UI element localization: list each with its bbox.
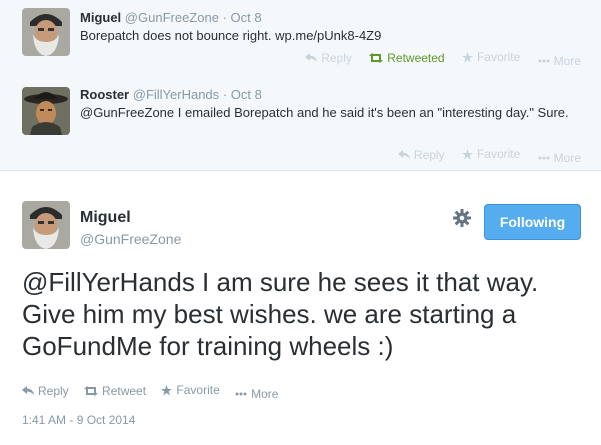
favorite-label: Favorite [476, 147, 521, 161]
reply-label: Reply [413, 147, 445, 162]
retweet-label: Retweet [102, 383, 147, 398]
retweet-icon [84, 385, 99, 396]
more-button[interactable]: More [538, 54, 581, 68]
tweet-time[interactable]: Oct 8 [231, 10, 262, 25]
tweet-context-2[interactable]: Rooster @FillYerHands · Oct 8 @GunFreeZo… [0, 77, 601, 171]
tweet-actions: Reply Favorite More [384, 147, 581, 165]
tweet-actions: Reply Retweet Favorite More [22, 383, 290, 401]
tweet-text: Borepatch does not bounce right. wp.me/p… [80, 28, 382, 43]
reply-button[interactable]: Reply [305, 51, 352, 65]
reply-button[interactable]: Reply [397, 147, 445, 162]
avatar[interactable] [22, 201, 70, 249]
more-label: More [553, 53, 581, 68]
more-label: More [553, 150, 581, 165]
favorite-button[interactable]: Favorite [461, 147, 521, 161]
avatar[interactable] [22, 87, 70, 135]
reply-button[interactable]: Reply [22, 384, 69, 398]
star-icon [161, 384, 173, 395]
user-handle[interactable]: @FillYerHands [133, 87, 219, 102]
retweet-icon [369, 52, 384, 63]
star-icon [461, 51, 473, 62]
favorite-label: Favorite [476, 50, 521, 64]
tweet-header: Rooster @FillYerHands · Oct 8 [80, 87, 262, 102]
following-button[interactable]: Following [484, 204, 581, 240]
reply-icon [22, 385, 34, 395]
more-label: More [251, 386, 279, 401]
gear-icon[interactable] [453, 209, 471, 227]
favorite-label: Favorite [176, 383, 220, 397]
reply-label: Reply [38, 383, 69, 398]
retweet-label: Retweeted [387, 50, 445, 65]
ellipsis-icon [538, 156, 550, 159]
main-tweet: Miguel @GunFreeZone Following @FillYerHa… [0, 171, 601, 445]
favorite-button[interactable]: Favorite [161, 383, 220, 397]
user-fullname[interactable]: Miguel [80, 10, 121, 25]
reply-icon [397, 149, 410, 159]
tweet-time[interactable]: Oct 8 [231, 87, 262, 102]
star-icon [461, 148, 473, 159]
tweet-text: @FillYerHands I am sure he sees it that … [22, 267, 539, 361]
tweet-actions: Reply Retweeted Favorite More [291, 50, 581, 68]
reply-icon [305, 52, 318, 62]
user-fullname[interactable]: Miguel [80, 209, 131, 227]
more-button[interactable]: More [235, 387, 278, 401]
tweet-context-1[interactable]: Miguel @GunFreeZone · Oct 8 Borepatch do… [0, 0, 601, 78]
user-fullname[interactable]: Rooster [80, 87, 129, 102]
more-button[interactable]: More [538, 151, 581, 165]
ellipsis-icon [235, 392, 247, 395]
separator-dot: · [222, 10, 227, 25]
tweet-text: @GunFreeZone I emailed Borepatch and he … [80, 105, 569, 120]
separator-dot: · [222, 87, 228, 102]
user-handle[interactable]: @GunFreeZone [80, 231, 181, 247]
retweet-button[interactable]: Retweet [84, 384, 146, 398]
user-handle[interactable]: @GunFreeZone [125, 10, 219, 25]
avatar[interactable] [22, 8, 70, 56]
retweet-button[interactable]: Retweeted [369, 50, 445, 65]
reply-label: Reply [321, 50, 352, 65]
tweet-header: Miguel @GunFreeZone · Oct 8 [80, 10, 262, 25]
tweet-timestamp[interactable]: 1:41 AM - 9 Oct 2014 [22, 413, 135, 427]
favorite-button[interactable]: Favorite [461, 50, 521, 64]
ellipsis-icon [538, 59, 550, 62]
